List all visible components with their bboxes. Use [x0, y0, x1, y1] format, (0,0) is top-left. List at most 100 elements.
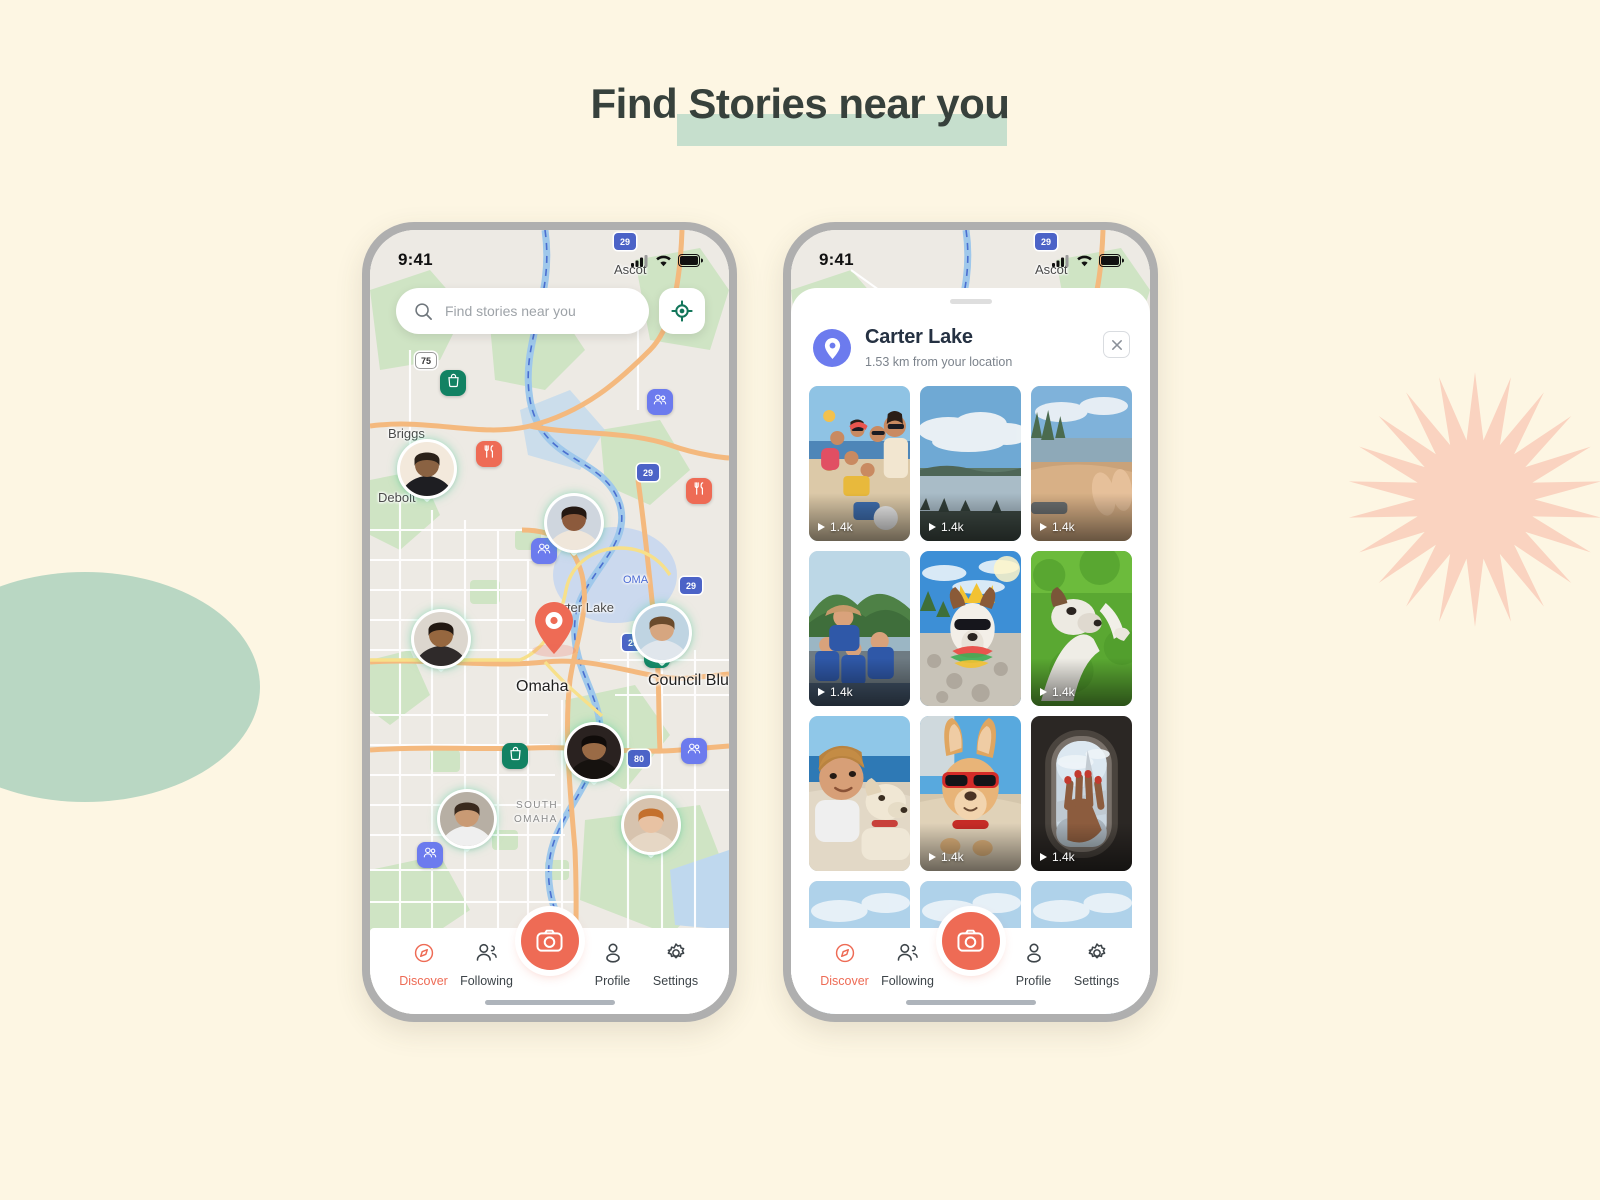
status-bar: 9:41 — [370, 230, 729, 278]
nav-item-settings[interactable]: Settings — [1065, 942, 1128, 988]
signal-bars-icon — [1052, 254, 1069, 267]
marker-shadow — [532, 644, 576, 657]
play-count: 1.4k — [818, 685, 853, 699]
map-poi-food[interactable] — [686, 478, 712, 504]
nav-label: Profile — [1015, 974, 1052, 988]
people-icon — [475, 942, 499, 969]
shop-bag-icon — [508, 746, 523, 766]
location-title: Carter Lake — [865, 326, 973, 348]
nav-item-profile[interactable]: Profile — [1002, 942, 1065, 988]
camera-icon — [536, 929, 563, 952]
play-icon — [818, 688, 825, 696]
shop-bag-icon — [446, 373, 461, 393]
play-count-text: 1.4k — [1052, 520, 1075, 534]
status-icons — [1052, 253, 1124, 267]
screen-location-detail: Ascot 29 9:41 Carter Lake 1.53 km from y… — [791, 230, 1150, 1014]
screen-map: Ascot Briggs Debolt Carter Lake Omaha Council… — [370, 230, 729, 1014]
nav-item-following[interactable]: Following — [876, 942, 939, 988]
location-pin-badge — [813, 329, 851, 367]
nav-label: Following — [460, 974, 513, 988]
story-pin-1[interactable] — [400, 442, 454, 506]
story-card[interactable]: 1.4k — [1031, 716, 1132, 871]
play-icon — [1040, 688, 1047, 696]
story-card[interactable] — [809, 716, 910, 871]
story-card[interactable]: 1.4k — [809, 551, 910, 706]
people-icon — [422, 845, 438, 866]
signal-bars-icon — [631, 254, 648, 267]
wifi-icon — [1077, 255, 1092, 266]
story-pin-4[interactable] — [635, 606, 689, 670]
page-title-text: Find Stories near you — [590, 80, 1010, 127]
camera-button[interactable] — [520, 912, 579, 970]
map-poi-group[interactable] — [647, 389, 673, 415]
people-icon — [896, 942, 920, 969]
highway-shield-29: 29 — [637, 464, 659, 481]
nav-item-following[interactable]: Following — [455, 942, 518, 988]
story-card[interactable]: 1.4k — [920, 716, 1021, 871]
nav-label: Discover — [820, 974, 869, 988]
avatar — [414, 612, 468, 666]
compass-icon — [413, 942, 435, 969]
locate-me-button[interactable] — [659, 288, 705, 334]
close-button[interactable] — [1103, 331, 1130, 358]
story-pin-2[interactable] — [547, 496, 601, 560]
map-poi-group[interactable] — [681, 738, 707, 764]
story-pin-3[interactable] — [414, 612, 468, 676]
story-pin-5[interactable] — [567, 725, 621, 789]
search-placeholder: Find stories near you — [445, 303, 576, 319]
play-icon — [1040, 853, 1047, 861]
avatar — [624, 798, 678, 852]
restaurant-icon — [692, 481, 707, 501]
sheet-header: Carter Lake 1.53 km from your location — [791, 304, 1150, 369]
story-thumbnail — [809, 716, 910, 871]
page-title-wrap: Find Stories near you — [0, 78, 1600, 146]
selected-location-marker[interactable] — [530, 600, 578, 660]
search-row: Find stories near you — [396, 288, 705, 334]
story-card[interactable]: 1.4k — [1031, 386, 1132, 541]
gear-icon — [1086, 942, 1108, 969]
close-icon — [1111, 339, 1122, 350]
story-pin-6[interactable] — [440, 792, 494, 856]
people-icon — [652, 392, 668, 413]
map-poi-shop[interactable] — [440, 370, 466, 396]
story-card[interactable]: 1.4k — [920, 386, 1021, 541]
decorative-starburst — [1345, 362, 1600, 637]
play-count: 1.4k — [818, 520, 853, 534]
nav-item-profile[interactable]: Profile — [581, 942, 644, 988]
nav-label: Discover — [399, 974, 448, 988]
story-pin-7[interactable] — [624, 798, 678, 862]
person-icon — [1023, 942, 1045, 969]
person-icon — [602, 942, 624, 969]
search-input[interactable]: Find stories near you — [396, 288, 649, 334]
play-count-text: 1.4k — [1052, 850, 1075, 864]
camera-button[interactable] — [941, 912, 1000, 970]
nav-item-discover[interactable]: Discover — [813, 942, 876, 988]
decorative-circle — [0, 572, 260, 802]
home-indicator — [905, 1000, 1036, 1005]
nav-label: Settings — [652, 974, 699, 988]
nav-item-discover[interactable]: Discover — [392, 942, 455, 988]
map-poi-shop[interactable] — [502, 743, 528, 769]
home-indicator — [484, 1000, 615, 1005]
nav-label: Settings — [1073, 974, 1120, 988]
story-card[interactable]: 1.4k — [1031, 551, 1132, 706]
locate-target-icon — [671, 300, 693, 322]
map-poi-food[interactable] — [476, 441, 502, 467]
map-pin-icon — [824, 337, 840, 359]
nav-item-settings[interactable]: Settings — [644, 942, 707, 988]
compass-icon — [834, 942, 856, 969]
play-count: 1.4k — [929, 850, 964, 864]
play-count: 1.4k — [1040, 520, 1075, 534]
highway-shield-75: 75 — [415, 352, 437, 369]
location-detail-sheet: Carter Lake 1.53 km from your location 1… — [791, 288, 1150, 1014]
story-card[interactable]: 1.4k — [809, 386, 910, 541]
battery-icon — [678, 253, 703, 267]
story-card[interactable] — [920, 551, 1021, 706]
phone-mockup-map: Ascot Briggs Debolt Carter Lake Omaha Council… — [362, 222, 737, 1022]
avatar — [400, 442, 454, 496]
avatar-face-icon — [400, 442, 454, 496]
play-count-text: 1.4k — [830, 685, 853, 699]
story-thumbnail — [920, 551, 1021, 706]
play-count: 1.4k — [929, 520, 964, 534]
play-count-text: 1.4k — [941, 520, 964, 534]
